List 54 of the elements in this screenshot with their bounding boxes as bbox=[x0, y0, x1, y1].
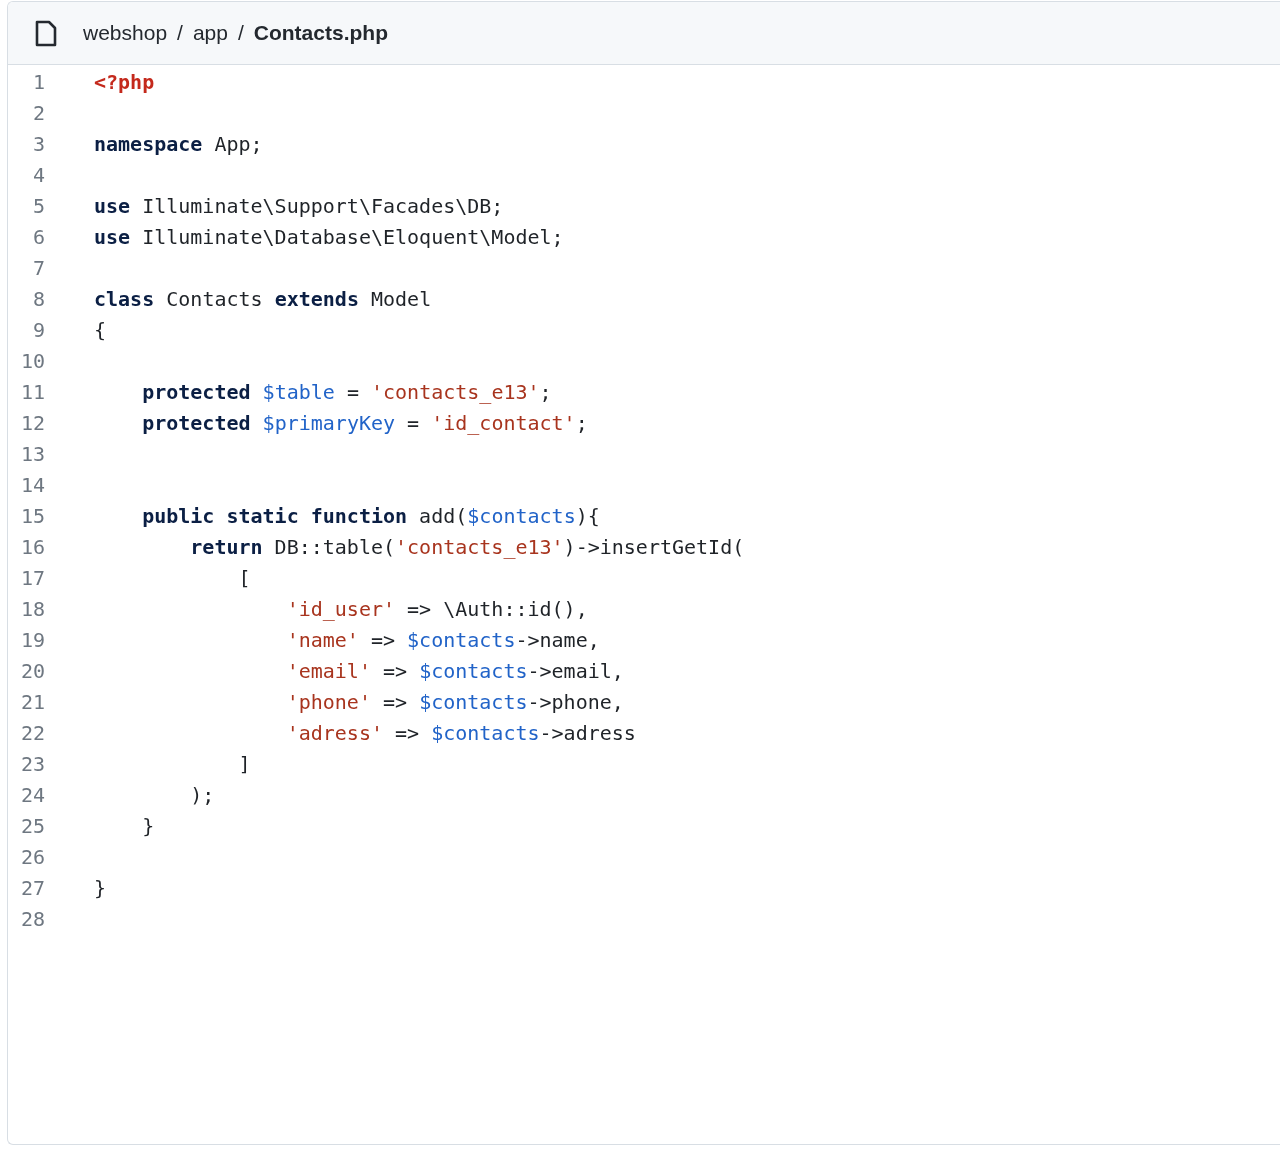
line-number: 15 bbox=[19, 503, 45, 528]
code-line: 'name' => $contacts->name, bbox=[285, 627, 600, 652]
code-line: protected $table = 'contacts_e13'; bbox=[141, 379, 552, 404]
line-number: 17 bbox=[19, 565, 45, 590]
code-line: 'email' => $contacts->email, bbox=[285, 658, 624, 683]
breadcrumb-link[interactable]: app bbox=[192, 21, 228, 45]
line-number: 3 bbox=[31, 131, 45, 156]
code-line: [ bbox=[237, 565, 251, 590]
code-line: } bbox=[94, 875, 107, 900]
code-line: class Contacts extends Model bbox=[94, 286, 432, 311]
line-number: 22 bbox=[19, 720, 45, 745]
line-number: 13 bbox=[19, 441, 45, 466]
code-line: use Illuminate\Support\Facades\DB; bbox=[94, 193, 504, 218]
breadcrumb-separator: / bbox=[177, 21, 183, 45]
code-line: use Illuminate\Database\Eloquent\Model; bbox=[94, 224, 564, 249]
breadcrumb-separator: / bbox=[237, 21, 244, 45]
line-number: 18 bbox=[19, 596, 45, 621]
line-number: 24 bbox=[19, 782, 45, 807]
code-line: return DB::table('contacts_e13')->insertGetId( bbox=[189, 534, 745, 559]
line-number: 8 bbox=[31, 286, 45, 311]
code-line: ); bbox=[189, 782, 215, 807]
line-number: 12 bbox=[19, 410, 45, 435]
line-number: 16 bbox=[19, 534, 45, 559]
line-number: 10 bbox=[19, 348, 45, 373]
line-number: 20 bbox=[19, 658, 45, 683]
line-number: 5 bbox=[31, 193, 45, 218]
line-number: 25 bbox=[19, 813, 45, 838]
line-number: 9 bbox=[31, 317, 45, 342]
file-icon bbox=[35, 19, 57, 47]
code-line: ] bbox=[237, 751, 251, 776]
line-number: 2 bbox=[31, 100, 45, 125]
code-line: namespace App; bbox=[94, 131, 263, 156]
line-number: 1 bbox=[31, 69, 45, 94]
line-number: 7 bbox=[31, 255, 45, 280]
code-line: public static function add($contacts){ bbox=[141, 503, 600, 528]
file-name: Contacts.php bbox=[253, 21, 388, 45]
line-number: 19 bbox=[19, 627, 45, 652]
breadcrumb-link[interactable]: webshop bbox=[83, 21, 168, 45]
line-number: 4 bbox=[31, 162, 45, 187]
line-number: 21 bbox=[19, 689, 45, 714]
code-line: <?php bbox=[94, 69, 155, 94]
line-number: 26 bbox=[19, 844, 45, 869]
line-number: 23 bbox=[19, 751, 45, 776]
line-number: 11 bbox=[19, 379, 45, 404]
code-line: protected $primaryKey = 'id_contact'; bbox=[141, 410, 588, 435]
line-number: 14 bbox=[19, 472, 45, 497]
line-number: 27 bbox=[19, 875, 45, 900]
code-line: { bbox=[94, 317, 107, 342]
code-line: 'id_user' => \Auth::id(), bbox=[285, 596, 588, 621]
code-line: } bbox=[141, 813, 155, 838]
line-number: 6 bbox=[31, 224, 45, 249]
code-line: 'phone' => $contacts->phone, bbox=[285, 689, 624, 714]
line-number: 28 bbox=[19, 906, 45, 931]
code-line: 'adress' => $contacts->adress bbox=[285, 720, 636, 745]
